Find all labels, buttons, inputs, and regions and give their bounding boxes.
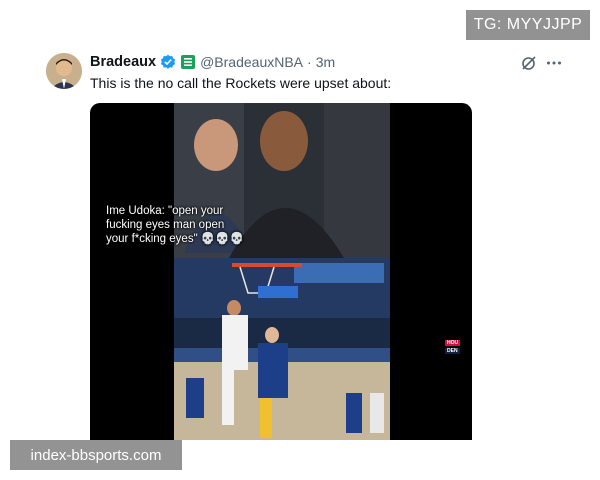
avatar[interactable] <box>46 53 82 89</box>
handle[interactable]: @BradeauxNBA <box>200 54 303 70</box>
tweet-header: Bradeaux @BradeauxNBA · 3m <box>90 52 335 72</box>
video-player[interactable]: HOU DEN <box>90 103 472 440</box>
caption-line: fucking eyes man open <box>106 219 225 231</box>
scorebug-team-bottom: DEN <box>445 348 460 354</box>
video-caption: Ime Udoka: "open your fucking eyes man o… <box>106 204 306 246</box>
separator: · <box>307 54 312 70</box>
more-options-icon[interactable] <box>545 54 563 72</box>
verified-check-icon <box>160 54 176 70</box>
grok-icon[interactable] <box>520 54 538 72</box>
watermark-bottom-left: index-bbsports.com <box>10 440 182 470</box>
scorebug: HOU DEN <box>445 339 472 355</box>
tweet-text: This is the no call the Rockets were ups… <box>90 75 392 91</box>
display-name[interactable]: Bradeaux <box>90 54 156 70</box>
affiliate-badge-icon[interactable] <box>180 54 196 70</box>
watermark-top-right: TG: MYYJJPP <box>466 10 590 40</box>
caption-line: Ime Udoka: "open your <box>106 205 224 217</box>
video-frame <box>174 103 390 440</box>
scorebug-team-top: HOU <box>445 340 461 346</box>
caption-line: your f*cking eyes" 💀💀💀 <box>106 233 244 245</box>
timestamp[interactable]: 3m <box>316 54 335 70</box>
